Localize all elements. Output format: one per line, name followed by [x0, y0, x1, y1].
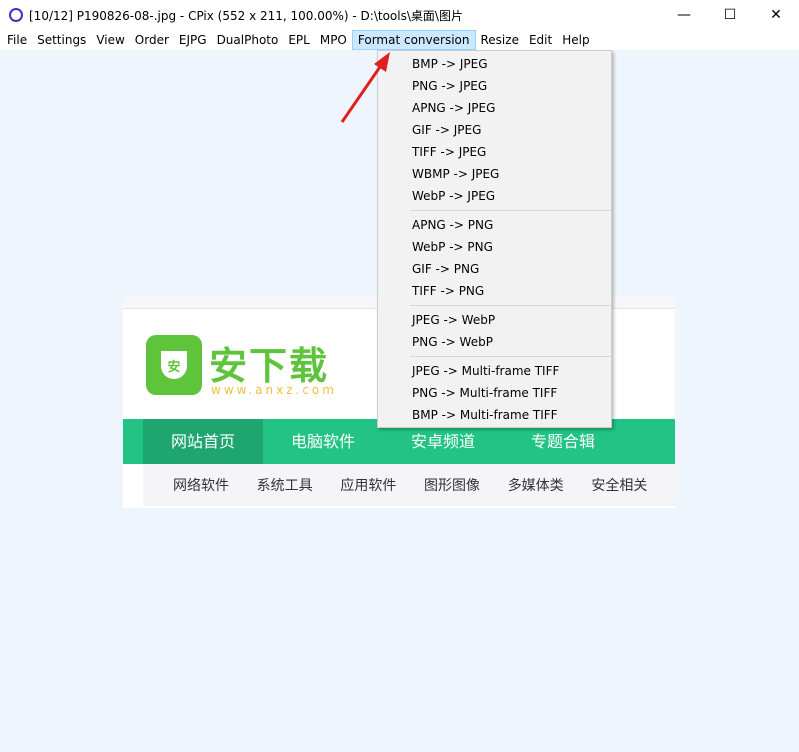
- menu-mpo[interactable]: MPO: [315, 30, 352, 50]
- menu-item[interactable]: WBMP -> JPEG: [378, 163, 611, 185]
- nav-item: 网站首页: [143, 419, 263, 464]
- menu-item[interactable]: WebP -> PNG: [378, 236, 611, 258]
- close-button[interactable]: ✕: [753, 0, 799, 30]
- menu-edit[interactable]: Edit: [524, 30, 557, 50]
- subnav-item: 安全相关: [591, 478, 648, 494]
- menu-item[interactable]: JPEG -> WebP: [378, 309, 611, 331]
- subnav-item: 网络软件: [173, 478, 229, 494]
- format-conversion-dropdown: BMP -> JPEG PNG -> JPEG APNG -> JPEG GIF…: [377, 50, 612, 428]
- menu-item[interactable]: TIFF -> JPEG: [378, 141, 611, 163]
- menu-item[interactable]: TIFF -> PNG: [378, 280, 611, 302]
- menu-item[interactable]: GIF -> JPEG: [378, 119, 611, 141]
- app-icon: [9, 8, 23, 22]
- menu-order[interactable]: Order: [130, 30, 174, 50]
- menu-resize[interactable]: Resize: [476, 30, 524, 50]
- subnav-item: 应用软件: [340, 478, 397, 494]
- menu-separator: [410, 356, 611, 357]
- menu-settings[interactable]: Settings: [32, 30, 91, 50]
- logo-badge: 安: [161, 351, 187, 379]
- menu-item[interactable]: PNG -> WebP: [378, 331, 611, 353]
- menu-item[interactable]: APNG -> JPEG: [378, 97, 611, 119]
- menu-help[interactable]: Help: [557, 30, 594, 50]
- menu-item[interactable]: PNG -> JPEG: [378, 75, 611, 97]
- menu-ejpg[interactable]: EJPG: [174, 30, 212, 50]
- title-bar: [10/12] P190826-08-.jpg - CPix (552 x 21…: [0, 0, 799, 30]
- logo-url: www.anxz.com: [211, 383, 337, 397]
- menu-item[interactable]: APNG -> PNG: [378, 214, 611, 236]
- menu-epl[interactable]: EPL: [283, 30, 315, 50]
- logo-text: 安下载: [209, 344, 330, 388]
- menu-file[interactable]: File: [2, 30, 32, 50]
- window-title: [10/12] P190826-08-.jpg - CPix (552 x 21…: [29, 8, 463, 23]
- subnav-item: 系统工具: [256, 478, 313, 494]
- menu-item[interactable]: PNG -> Multi-frame TIFF: [378, 382, 611, 404]
- menu-item[interactable]: WebP -> JPEG: [378, 185, 611, 207]
- menu-item[interactable]: GIF -> PNG: [378, 258, 611, 280]
- logo-icon: 安: [146, 335, 202, 395]
- menu-separator: [410, 210, 611, 211]
- maximize-button[interactable]: ☐: [707, 0, 753, 30]
- menu-dualphoto[interactable]: DualPhoto: [212, 30, 284, 50]
- subnav-item: 多媒体类: [507, 478, 564, 494]
- menu-format-conversion[interactable]: Format conversion: [351, 30, 476, 50]
- menu-item[interactable]: JPEG -> Multi-frame TIFF: [378, 360, 611, 382]
- subnav-item: 图形图像: [424, 478, 481, 494]
- menu-item[interactable]: BMP -> Multi-frame TIFF: [378, 404, 611, 426]
- red-arrow-annotation: [340, 52, 390, 123]
- menu-bar: File Settings View Order EJPG DualPhoto …: [0, 30, 799, 50]
- nav-item: 电脑软件: [290, 432, 355, 451]
- image-subnav: 网络软件 系统工具 应用软件 图形图像 多媒体类 安全相关: [143, 464, 675, 506]
- menu-separator: [410, 305, 611, 306]
- minimize-button[interactable]: —: [661, 0, 707, 30]
- menu-view[interactable]: View: [91, 30, 129, 50]
- menu-item[interactable]: BMP -> JPEG: [378, 53, 611, 75]
